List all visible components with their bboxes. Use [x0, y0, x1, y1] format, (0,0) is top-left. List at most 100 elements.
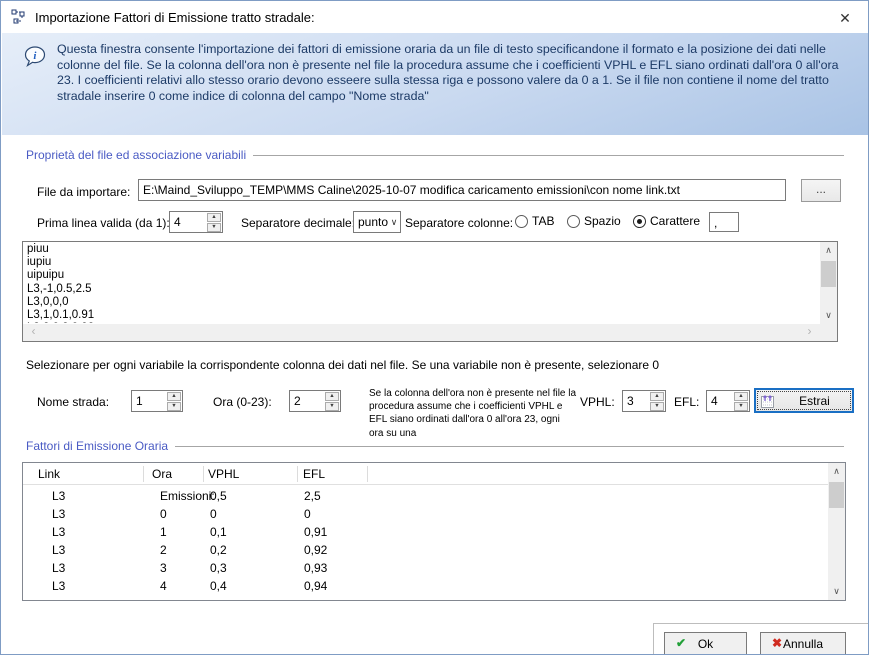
table-row[interactable]: L3 Emissioni: 0,5 2,5 — [23, 487, 828, 505]
ora-label: Ora (0-23): — [213, 395, 272, 409]
table-vertical-scrollbar[interactable]: ∧ ∨ — [828, 463, 845, 600]
close-icon[interactable]: ✕ — [834, 8, 856, 28]
cell-link: L3 — [52, 507, 65, 521]
cell-ora: Emissioni: — [160, 489, 215, 503]
vphl-value[interactable]: 3 — [623, 391, 649, 411]
column-separator[interactable] — [297, 466, 298, 482]
efl-stepper[interactable]: 4 ▲ ▼ — [706, 390, 750, 412]
preview-line: iupiu — [27, 256, 819, 269]
cell-efl: 0,94 — [304, 579, 327, 593]
column-header-ora[interactable]: Ora — [152, 467, 172, 481]
emission-factors-group-title: Fattori di Emissione Oraria — [26, 439, 168, 453]
preview-vertical-scrollbar[interactable]: ∧ ∨ — [820, 242, 837, 324]
vphl-label: VPHL: — [580, 395, 615, 409]
radio-circle-icon — [567, 215, 580, 228]
estrai-button-label: Estrai — [777, 394, 852, 408]
separator-char-input[interactable]: , — [709, 212, 739, 232]
cell-vphl: 0,1 — [210, 525, 227, 539]
file-to-import-label: File da importare: — [37, 185, 130, 199]
stepper-up-icon[interactable]: ▲ — [325, 392, 339, 401]
preview-line: L3,0,0,0 — [27, 296, 819, 309]
file-preview-lines: piuu iupiu uipuipu L3,-1,0.5,2.5 L3,0,0,… — [27, 243, 819, 323]
preview-line: L3,1,0.1,0.91 — [27, 309, 819, 322]
browse-button[interactable]: ... — [801, 179, 841, 202]
file-path-input[interactable]: E:\Maind_Sviluppo_TEMP\MMS Caline\2025-1… — [138, 179, 786, 201]
scroll-right-icon[interactable]: › — [801, 324, 818, 341]
cell-link: L3 — [52, 543, 65, 557]
extract-table-icon — [761, 394, 777, 408]
column-separator[interactable] — [203, 466, 204, 482]
check-icon: ✔ — [676, 636, 686, 650]
column-header-link[interactable]: Link — [38, 467, 60, 481]
scroll-left-icon[interactable]: ‹ — [25, 324, 42, 341]
preview-line: L3,2,0.2,0.92 — [27, 322, 819, 323]
ora-stepper[interactable]: 2 ▲ ▼ — [289, 390, 341, 412]
scrollbar-thumb[interactable] — [821, 261, 836, 287]
column-header-efl[interactable]: EFL — [303, 467, 325, 481]
preview-line: piuu — [27, 243, 819, 256]
cell-vphl: 0 — [210, 507, 217, 521]
ok-button-label: Ok — [698, 637, 713, 651]
group-divider-line — [175, 446, 844, 447]
scrollbar-corner — [820, 324, 837, 341]
column-header-vphl[interactable]: VPHL — [208, 467, 239, 481]
table-row[interactable]: L3 1 0,1 0,91 — [23, 523, 828, 541]
stepper-up-icon[interactable]: ▲ — [650, 392, 664, 401]
ora-value[interactable]: 2 — [290, 391, 324, 411]
table-row[interactable]: L3 2 0,2 0,92 — [23, 541, 828, 559]
radio-tab-label: TAB — [532, 214, 554, 228]
stepper-up-icon[interactable]: ▲ — [734, 392, 748, 401]
nome-strada-value[interactable]: 1 — [132, 391, 166, 411]
preview-horizontal-scrollbar[interactable]: ‹ › — [23, 324, 820, 341]
radio-circle-icon — [515, 215, 528, 228]
table-header-row: Link Ora VPHL EFL — [23, 463, 828, 485]
scroll-up-icon[interactable]: ∧ — [820, 242, 837, 259]
cell-link: L3 — [52, 489, 65, 503]
stepper-down-icon[interactable]: ▼ — [207, 223, 221, 232]
app-icon — [11, 9, 27, 25]
stepper-down-icon[interactable]: ▼ — [650, 402, 664, 411]
preview-line: uipuipu — [27, 269, 819, 282]
ok-button[interactable]: ✔ Ok — [664, 632, 747, 655]
scroll-up-icon[interactable]: ∧ — [828, 463, 845, 480]
stepper-up-icon[interactable]: ▲ — [167, 392, 181, 401]
cell-link: L3 — [52, 525, 65, 539]
radio-tab[interactable]: TAB — [515, 214, 554, 228]
title-bar[interactable]: Importazione Fattori di Emissione tratto… — [1, 1, 868, 33]
first-valid-line-stepper[interactable]: 4 ▲ ▼ — [169, 211, 223, 233]
stepper-up-icon[interactable]: ▲ — [207, 213, 221, 222]
file-preview-box[interactable]: piuu iupiu uipuipu L3,-1,0.5,2.5 L3,0,0,… — [22, 241, 838, 342]
vphl-stepper[interactable]: 3 ▲ ▼ — [622, 390, 666, 412]
cell-ora: 1 — [160, 525, 167, 539]
cell-link: L3 — [52, 579, 65, 593]
column-separator[interactable] — [143, 466, 144, 482]
table-row[interactable]: L3 4 0,4 0,94 — [23, 577, 828, 595]
scroll-down-icon[interactable]: ∨ — [828, 583, 845, 600]
radio-carattere[interactable]: Carattere — [633, 214, 700, 228]
radio-spazio-label: Spazio — [584, 214, 621, 228]
decimal-separator-select[interactable]: punto ∨ — [353, 211, 401, 233]
info-bubble-icon: i — [24, 46, 46, 68]
efl-value[interactable]: 4 — [707, 391, 733, 411]
stepper-down-icon[interactable]: ▼ — [325, 402, 339, 411]
cell-vphl: 0,3 — [210, 561, 227, 575]
stepper-down-icon[interactable]: ▼ — [167, 402, 181, 411]
radio-spazio[interactable]: Spazio — [567, 214, 621, 228]
nome-strada-stepper[interactable]: 1 ▲ ▼ — [131, 390, 183, 412]
scroll-down-icon[interactable]: ∨ — [820, 307, 837, 324]
first-valid-line-value[interactable]: 4 — [170, 212, 206, 232]
table-row[interactable]: L3 3 0,3 0,93 — [23, 559, 828, 577]
hour-column-note: Se la colonna dell'ora non è presente ne… — [369, 387, 577, 440]
emission-factors-table: Link Ora VPHL EFL L3 Emissioni: 0,5 2,5 … — [22, 462, 846, 601]
scrollbar-thumb[interactable] — [829, 482, 844, 508]
radio-carattere-label: Carattere — [650, 214, 700, 228]
table-row[interactable]: L3 0 0 0 — [23, 505, 828, 523]
cell-efl: 0,93 — [304, 561, 327, 575]
cancel-button[interactable]: ✖ Annulla — [760, 632, 846, 655]
decimal-separator-value: punto — [354, 215, 388, 229]
cell-ora: 0 — [160, 507, 167, 521]
stepper-down-icon[interactable]: ▼ — [734, 402, 748, 411]
estrai-button[interactable]: Estrai — [754, 388, 854, 413]
column-separator[interactable] — [367, 466, 368, 482]
preview-line: L3,-1,0.5,2.5 — [27, 283, 819, 296]
